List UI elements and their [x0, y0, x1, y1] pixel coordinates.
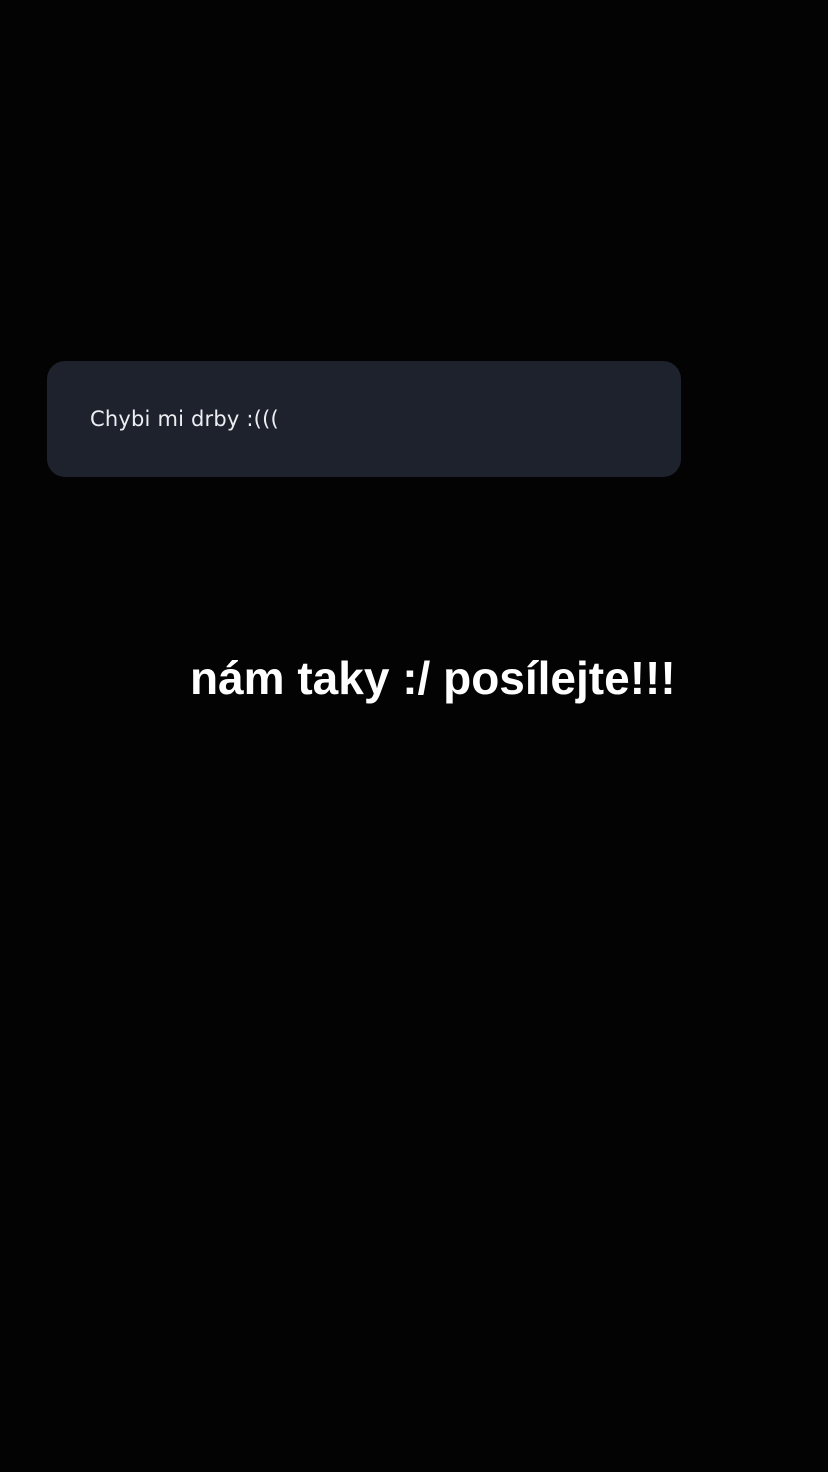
story-caption: nám taky :/ posílejte!!! [190, 652, 676, 704]
question-sticker[interactable]: Chybi mi drby :((( [47, 361, 681, 477]
question-text: Chybi mi drby :((( [90, 407, 279, 431]
story-canvas: Chybi mi drby :((( nám taky :/ posílejte… [0, 0, 828, 1472]
